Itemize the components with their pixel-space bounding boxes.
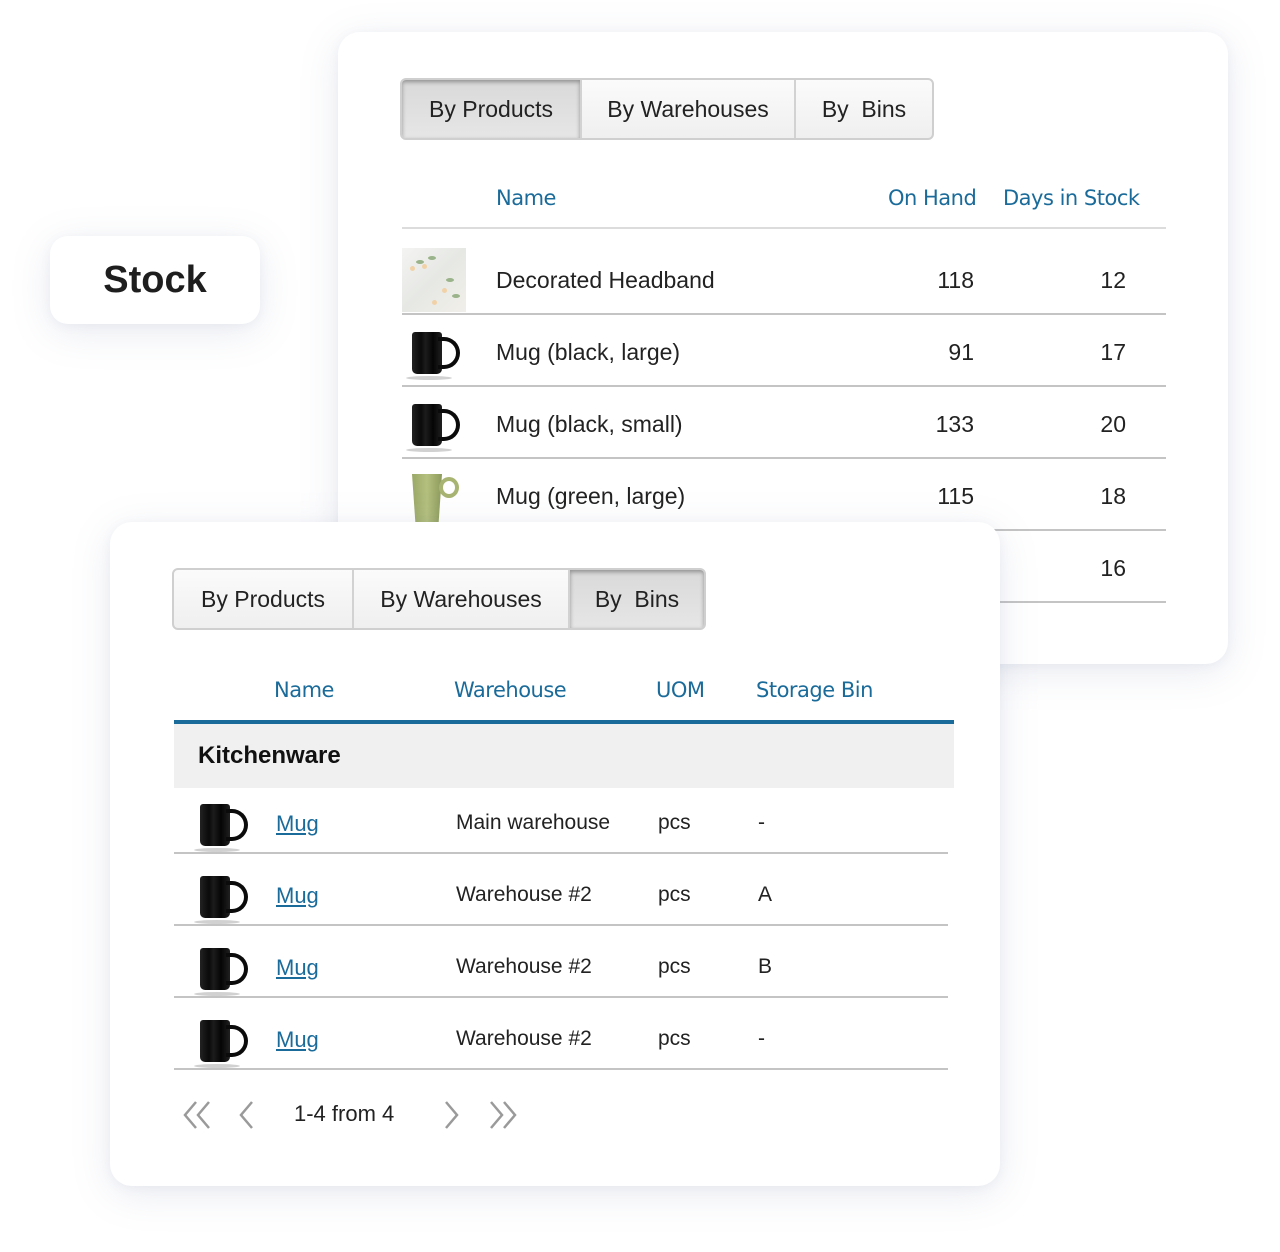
column-header-on-hand[interactable]: On Hand xyxy=(888,186,977,210)
days-in-stock-value: 12 xyxy=(1100,267,1126,293)
storage-bin-value: - xyxy=(758,1027,765,1050)
column-header-name[interactable]: Name xyxy=(496,186,556,210)
days-in-stock-value: 16 xyxy=(1100,555,1126,581)
warehouse-value: Warehouse #2 xyxy=(456,955,592,978)
group-title: Kitchenware xyxy=(198,742,341,769)
days-in-stock-value: 20 xyxy=(1100,411,1126,437)
storage-bin-value: A xyxy=(758,883,773,906)
on-hand-value: 133 xyxy=(935,411,974,437)
on-hand-value: 118 xyxy=(937,267,974,293)
warehouse-value: Warehouse #2 xyxy=(456,883,592,906)
black-mug-thumbnail xyxy=(190,1010,254,1074)
product-link[interactable]: Mug xyxy=(276,1027,319,1053)
stock-title: Stock xyxy=(103,258,207,301)
next-page-icon[interactable] xyxy=(442,1098,462,1132)
days-in-stock-value: 17 xyxy=(1100,339,1126,365)
black-mug-thumbnail xyxy=(402,322,466,386)
column-header-warehouse[interactable]: Warehouse xyxy=(454,678,567,702)
column-header-days-in-stock[interactable]: Days in Stock xyxy=(1003,186,1140,210)
tab-by-products[interactable]: By Products xyxy=(402,80,582,138)
row-divider xyxy=(174,852,948,854)
header-divider xyxy=(402,227,1166,229)
uom-value: pcs xyxy=(658,811,691,834)
row-divider xyxy=(174,1068,948,1070)
headband-thumbnail xyxy=(402,248,466,312)
view-switcher: By Products By Warehouses By Bins xyxy=(400,78,934,140)
row-divider xyxy=(174,924,948,926)
product-link[interactable]: Mug xyxy=(276,811,319,837)
product-name: Mug (green, large) xyxy=(496,483,686,509)
product-name: Decorated Headband xyxy=(496,267,715,293)
bins-view-card: By Products By Warehouses By Bins Name W… xyxy=(110,522,1000,1186)
column-header-storage-bin[interactable]: Storage Bin xyxy=(756,678,873,702)
row-divider xyxy=(402,385,1166,387)
product-name: Mug (black, large) xyxy=(496,339,681,365)
uom-value: pcs xyxy=(658,883,691,906)
row-divider xyxy=(402,313,1166,315)
tab-by-bins[interactable]: By Bins xyxy=(570,570,704,628)
black-mug-thumbnail xyxy=(190,794,254,858)
product-link[interactable]: Mug xyxy=(276,955,319,981)
tab-by-products[interactable]: By Products xyxy=(174,570,354,628)
stock-title-card: Stock xyxy=(50,236,260,324)
tab-by-warehouses[interactable]: By Warehouses xyxy=(582,80,796,138)
last-page-icon[interactable] xyxy=(486,1098,518,1132)
tab-by-warehouses[interactable]: By Warehouses xyxy=(354,570,570,628)
product-link[interactable]: Mug xyxy=(276,883,319,909)
tab-by-bins[interactable]: By Bins xyxy=(796,80,932,138)
on-hand-value: 115 xyxy=(937,483,974,509)
storage-bin-value: B xyxy=(758,955,773,978)
product-name: Mug (black, small) xyxy=(496,411,683,437)
days-in-stock-value: 18 xyxy=(1100,483,1126,509)
first-page-icon[interactable] xyxy=(182,1098,214,1132)
storage-bin-value: - xyxy=(758,811,765,834)
pagination-range: 1-4 from 4 xyxy=(294,1101,395,1126)
uom-value: pcs xyxy=(658,1027,691,1050)
warehouse-value: Warehouse #2 xyxy=(456,1027,592,1050)
column-header-uom[interactable]: UOM xyxy=(656,678,705,702)
row-divider xyxy=(402,457,1166,459)
black-mug-thumbnail xyxy=(190,866,254,930)
black-mug-thumbnail xyxy=(402,394,466,458)
on-hand-value: 91 xyxy=(948,339,974,365)
black-mug-thumbnail xyxy=(190,938,254,1002)
group-header-kitchenware: Kitchenware xyxy=(174,724,954,788)
column-header-name[interactable]: Name xyxy=(274,678,334,702)
previous-page-icon[interactable] xyxy=(236,1098,256,1132)
uom-value: pcs xyxy=(658,955,691,978)
view-switcher: By Products By Warehouses By Bins xyxy=(172,568,706,630)
warehouse-value: Main warehouse xyxy=(456,811,611,834)
row-divider xyxy=(174,996,948,998)
